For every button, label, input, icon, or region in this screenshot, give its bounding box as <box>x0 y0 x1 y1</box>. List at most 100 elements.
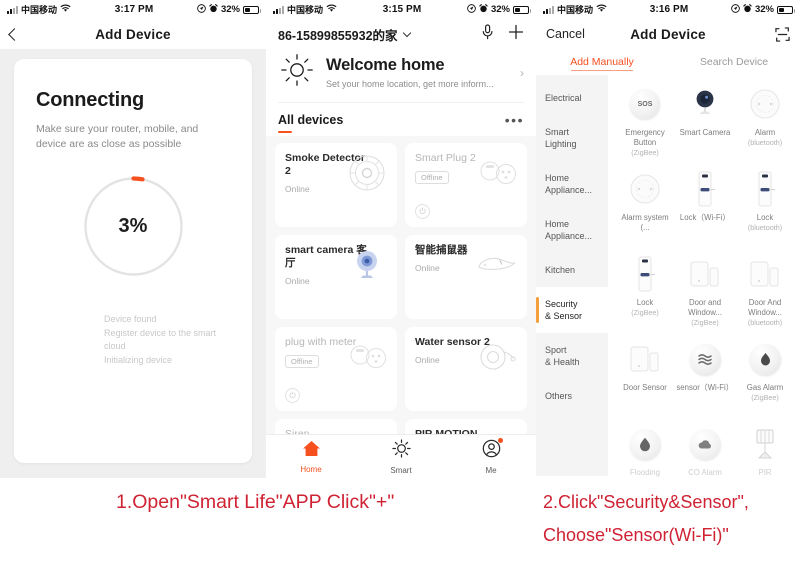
tab-smart-label: Smart <box>390 465 412 475</box>
device-type-item[interactable]: SOS Emergency Button (ZigBee) <box>616 83 674 166</box>
plus-icon[interactable] <box>508 24 524 45</box>
alarm-system-icon <box>624 168 666 210</box>
sidebar-item-sport-health[interactable]: Sport & Health <box>536 333 608 379</box>
tab-add-manually[interactable]: Add Manually <box>536 56 668 68</box>
caption-step-2-line-2: Choose"Sensor(Wi-Fi)" <box>543 525 729 545</box>
device-type-item[interactable]: PIR <box>736 423 794 478</box>
sos-button-icon: SOS <box>624 83 666 125</box>
home-header: 86-15899855932的家 Welcome home Set your h… <box>266 19 536 136</box>
scan-qr-icon[interactable] <box>775 26 790 42</box>
cancel-button[interactable]: Cancel <box>546 27 585 41</box>
caption-step-2: 2.Click"Security&Sensor", Choose"Sensor(… <box>543 486 800 552</box>
status-time: 3:15 PM <box>382 4 422 15</box>
screenshot-root: 中国移动 3:17 PM 32% Add Device Connecting M… <box>0 0 800 583</box>
device-card[interactable]: plug with meter Offline ⏻ <box>275 327 397 411</box>
device-card[interactable]: smart camera 客厅 Online <box>275 235 397 319</box>
device-type-item[interactable]: Lock (bluetooth) <box>736 168 794 251</box>
status-right: 32% <box>197 3 261 16</box>
device-type-name: sensor（Wi-Fi） <box>676 383 734 392</box>
device-type-name: CO Alarm <box>688 468 722 477</box>
smart-plug-icon <box>345 335 389 379</box>
sidebar-item-security-sensor[interactable]: Security & Sensor <box>536 287 608 333</box>
device-type-item[interactable]: Gas Alarm (ZigBee) <box>736 338 794 421</box>
device-type-name: Door and Window... <box>688 298 722 317</box>
tab-smart[interactable]: Smart <box>356 438 446 475</box>
mouse-trap-icon <box>475 243 519 287</box>
device-type-item[interactable]: Lock (ZigBee) <box>616 253 674 336</box>
device-type-item[interactable]: Door And Window... (bluetooth) <box>736 253 794 336</box>
carrier-label: 中国移动 <box>21 5 58 15</box>
battery-icon <box>243 5 261 14</box>
location-arrow-icon <box>197 3 206 16</box>
wave-sensor-icon <box>684 338 726 380</box>
device-card[interactable]: 智能捕鼠器 Online <box>405 235 527 319</box>
device-card[interactable]: Smart Plug 2 Offline ⏻ <box>405 143 527 227</box>
device-type-protocol: (bluetooth) <box>747 318 783 327</box>
sidebar-item-home-appliance-1[interactable]: Home Appliance... <box>536 161 608 207</box>
smart-sun-icon <box>391 438 411 463</box>
device-type-item[interactable]: Alarm system (... <box>616 168 674 251</box>
chevron-right-icon[interactable]: › <box>520 66 524 80</box>
chevron-left-icon <box>8 28 21 41</box>
back-button[interactable] <box>8 26 21 42</box>
more-options-icon[interactable]: ••• <box>505 112 524 136</box>
device-card[interactable]: Smoke Detector 2 Online <box>275 143 397 227</box>
pir-sensor-icon <box>744 423 786 465</box>
device-grid: Smoke Detector 2 Online Smart Plug 2 Off… <box>266 136 536 459</box>
tab-all-devices[interactable]: All devices <box>278 113 343 135</box>
device-type-name: Lock（Wi-Fi） <box>679 213 731 222</box>
battery-percent: 32% <box>490 4 510 15</box>
power-toggle-icon[interactable]: ⏻ <box>415 204 430 219</box>
device-type-item[interactable]: sensor（Wi-Fi） <box>676 338 734 421</box>
sidebar-item-kitchen[interactable]: Kitchen <box>536 253 608 287</box>
sidebar-item-electrical[interactable]: Electrical <box>536 81 608 115</box>
chevron-down-icon[interactable] <box>402 28 411 37</box>
status-time: 3:17 PM <box>114 4 154 15</box>
battery-percent: 32% <box>220 4 240 15</box>
device-type-item[interactable]: Door and Window... (ZigBee) <box>676 253 734 336</box>
microphone-icon[interactable] <box>481 23 494 45</box>
device-type-grid: SOS Emergency Button (ZigBee) Smart Came… <box>608 75 800 478</box>
connecting-subtitle: Make sure your router, mobile, and devic… <box>36 123 199 150</box>
progress-ring-wrap: 3% <box>36 174 230 279</box>
device-type-item[interactable]: Flooding <box>616 423 674 478</box>
device-type-item[interactable]: Alarm (bluetooth) <box>736 83 794 166</box>
phone-panel-connecting: 中国移动 3:17 PM 32% Add Device Connecting M… <box>0 0 266 478</box>
location-arrow-icon <box>731 3 740 16</box>
sidebar-item-home-appliance-2[interactable]: Home Appliance... <box>536 207 608 253</box>
tab-me[interactable]: Me <box>446 437 536 475</box>
device-type-name: Alarm <box>754 128 776 137</box>
profile-icon <box>482 437 503 463</box>
progress-step: Register device to the smart cloud <box>104 327 217 352</box>
tab-search-device[interactable]: Search Device <box>668 56 800 68</box>
device-type-item[interactable]: CO Alarm <box>676 423 734 478</box>
device-type-protocol: (ZigBee) <box>751 393 779 402</box>
device-type-item[interactable]: Smart Camera <box>676 83 734 166</box>
device-type-protocol: (ZigBee) <box>691 318 719 327</box>
page-title-panel1: Add Device <box>95 26 171 42</box>
battery-icon <box>513 5 531 14</box>
sidebar-item-others[interactable]: Others <box>536 379 608 413</box>
alarm-clock-icon <box>479 3 488 16</box>
welcome-row[interactable]: Welcome home Set your home location, get… <box>278 47 524 102</box>
wifi-icon <box>326 4 337 16</box>
sidebar-item-smart-lighting[interactable]: Smart Lighting <box>536 115 608 161</box>
welcome-title: Welcome home <box>326 56 445 74</box>
tab-home[interactable]: Home <box>266 440 356 474</box>
device-type-protocol: (bluetooth) <box>747 223 783 232</box>
home-name-label[interactable]: 86-15899855932的家 <box>278 25 398 44</box>
smoke-detector-icon <box>345 151 389 195</box>
tab-home-label: Home <box>300 464 322 474</box>
caption-step-1: 1.Open"Smart Life"APP Click"+" <box>116 491 395 513</box>
device-type-name: Door Sensor <box>623 383 667 392</box>
device-type-item[interactable]: Door Sensor <box>616 338 674 421</box>
power-toggle-icon[interactable]: ⏻ <box>285 388 300 403</box>
device-type-item[interactable]: Lock（Wi-Fi） <box>676 168 734 251</box>
door-lock-icon <box>624 253 666 295</box>
device-card[interactable]: Water sensor 2 Online <box>405 327 527 411</box>
nav-bar-panel1: Add Device <box>0 19 266 49</box>
add-device-tabs: Add Manually Search Device <box>536 49 800 75</box>
door-lock-icon <box>744 168 786 210</box>
bottom-tab-bar: Home Smart Me <box>266 434 536 478</box>
status-time: 3:16 PM <box>649 4 689 15</box>
